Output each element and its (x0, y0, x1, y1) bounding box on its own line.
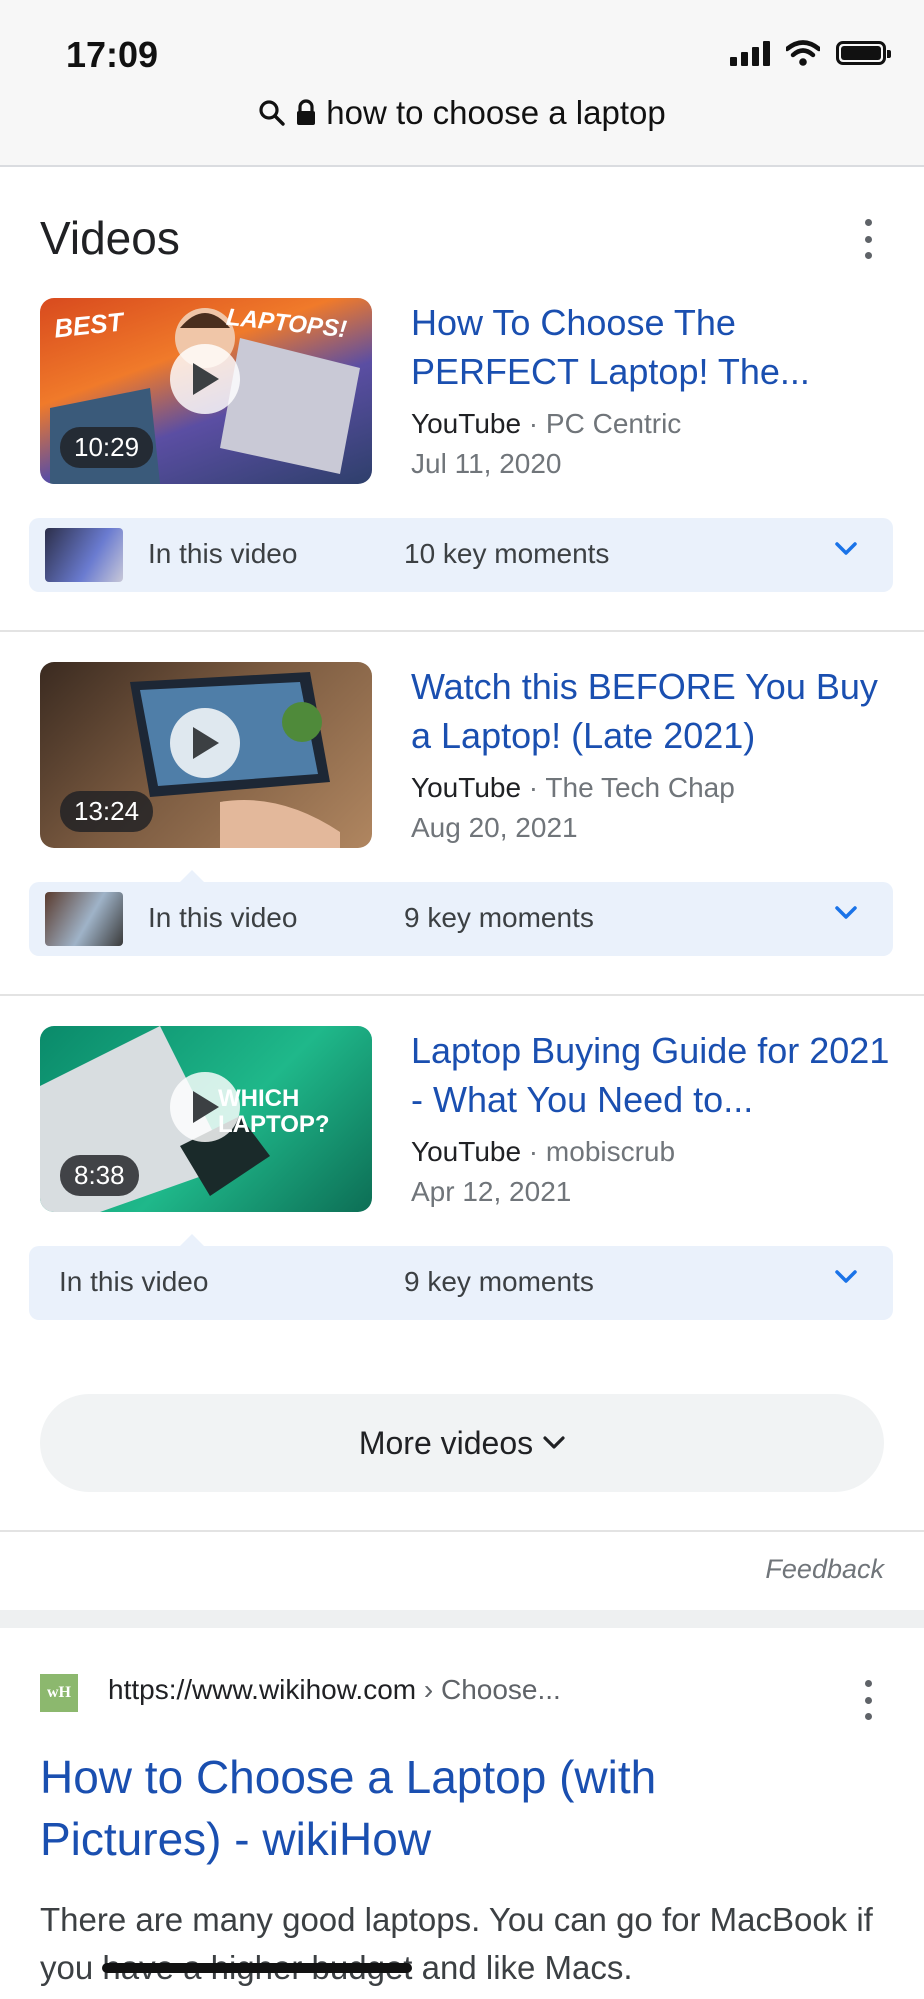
video-channel: PC Centric (545, 408, 682, 439)
wikihow-favicon-icon: wH (40, 1674, 78, 1712)
divider (0, 630, 924, 632)
key-moments-toggle[interactable]: In this video 10 key moments (29, 518, 893, 592)
status-icons (730, 40, 891, 66)
battery-icon (836, 41, 891, 65)
more-videos-button[interactable]: More videos (40, 1394, 884, 1492)
video-source: YouTube · mobiscrub (411, 1136, 891, 1168)
key-moments-thumbnail (45, 528, 123, 582)
videos-section-title: Videos (40, 212, 180, 264)
play-icon[interactable] (170, 708, 240, 778)
key-moments-label: In this video (148, 902, 298, 933)
video-duration: 10:29 (60, 427, 154, 468)
key-moments-count: 9 key moments (404, 1266, 594, 1297)
video-source-site: YouTube (411, 408, 522, 439)
chevron-down-icon (835, 1270, 857, 1283)
video-channel: The Tech Chap (545, 772, 735, 803)
video-meta-separator: · (521, 1136, 546, 1167)
chevron-down-icon (835, 906, 857, 919)
video-channel: mobiscrub (545, 1136, 676, 1167)
result-title-link[interactable]: How to Choose a Laptop (with Pictures) -… (40, 1746, 840, 1870)
video-title-link[interactable]: Laptop Buying Guide for 2021 - What You … (411, 1026, 891, 1124)
divider (0, 994, 924, 996)
result-more-options-icon[interactable] (854, 1680, 882, 1720)
result-url-domain: https://www.wikihow.com (108, 1674, 417, 1705)
video-meta-separator: · (521, 408, 546, 439)
video-date: Jul 11, 2020 (411, 448, 562, 479)
video-source-site: YouTube (411, 1136, 522, 1167)
video-thumbnail[interactable]: BEST LAPTOPS! 10:29 (40, 298, 372, 484)
video-thumbnail[interactable]: WHICH LAPTOP? 8:38 (40, 1026, 372, 1212)
video-source-site: YouTube (411, 772, 522, 803)
key-moments-count: 9 key moments (404, 902, 594, 933)
snippet-redacted-text: have a higher budget (102, 1944, 413, 1992)
search-query-text: how to choose a laptop (326, 94, 666, 131)
video-duration: 8:38 (60, 1155, 139, 1196)
video-date: Aug 20, 2021 (411, 812, 578, 843)
key-moments-thumbnail (45, 892, 123, 946)
chevron-down-icon (835, 542, 857, 555)
video-date: Apr 12, 2021 (411, 1176, 572, 1207)
result-snippet: There are many good laptops. You can go … (40, 1896, 900, 1992)
key-moments-toggle[interactable]: In this video 9 key moments (29, 1246, 893, 1320)
divider (0, 1530, 924, 1532)
feedback-link[interactable]: Feedback (765, 1554, 884, 1585)
play-icon[interactable] (170, 344, 240, 414)
chevron-down-icon (543, 1436, 565, 1449)
video-title-link[interactable]: Watch this BEFORE You Buy a Laptop! (Lat… (411, 662, 891, 760)
key-moments-label: In this video (59, 1266, 209, 1297)
section-band (0, 1610, 924, 1628)
snippet-text-end: and like Macs. (412, 1949, 633, 1986)
lock-icon (297, 99, 316, 125)
address-bar[interactable]: how to choose a laptop (0, 94, 924, 132)
video-thumbnail[interactable]: 13:24 (40, 662, 372, 848)
key-moments-label: In this video (148, 538, 298, 569)
more-videos-label: More videos (358, 1424, 534, 1461)
result-breadcrumb: › Choose... (416, 1674, 561, 1705)
videos-more-options-icon[interactable] (854, 219, 882, 259)
video-source: YouTube · The Tech Chap (411, 772, 891, 804)
key-moments-toggle[interactable]: In this video 9 key moments (29, 882, 893, 956)
play-icon[interactable] (170, 1072, 240, 1142)
video-meta-separator: · (521, 772, 546, 803)
thumbnail-text-which-laptop: WHICH LAPTOP? (218, 1085, 330, 1138)
browser-top-bar: 17:09 how to choose a laptop (0, 0, 924, 167)
video-source: YouTube · PC Centric (411, 408, 891, 440)
moments-pointer (180, 870, 204, 882)
video-title-link[interactable]: How To Choose The PERFECT Laptop! The... (411, 298, 891, 396)
video-duration: 13:24 (60, 791, 154, 832)
search-icon (259, 100, 285, 126)
wifi-icon (786, 40, 820, 66)
result-url[interactable]: https://www.wikihow.com › Choose... (108, 1674, 561, 1706)
key-moments-count: 10 key moments (404, 538, 610, 569)
cellular-signal-icon (730, 40, 770, 66)
moments-pointer (180, 1234, 204, 1246)
status-time: 17:09 (66, 34, 159, 75)
